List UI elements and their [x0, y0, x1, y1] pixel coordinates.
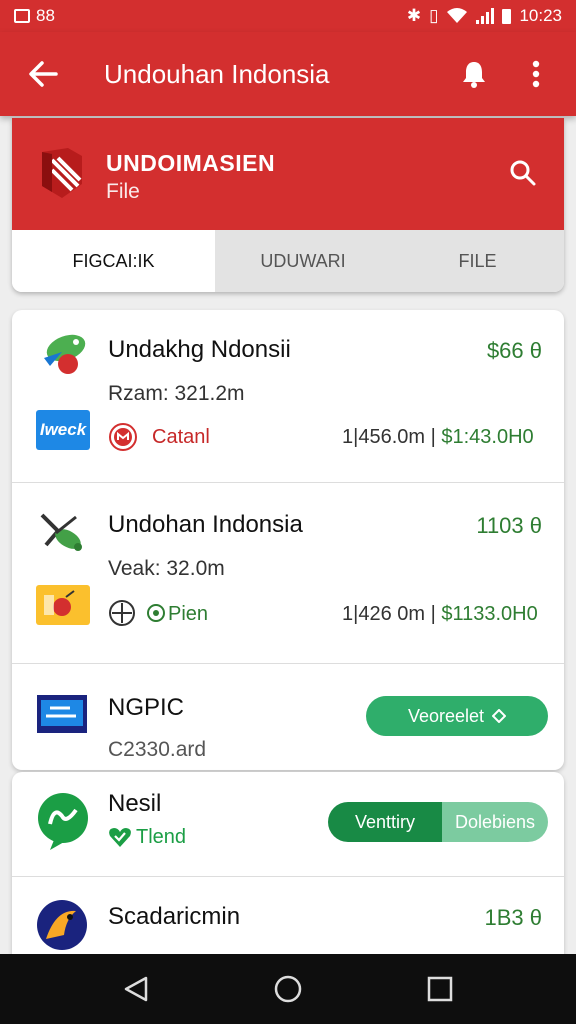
- vibrate-icon: ▯: [429, 6, 439, 25]
- item-meta: 1|456.0m | $1:43.0H0: [342, 426, 534, 449]
- app-bar: Undouhan Indonsia: [0, 32, 576, 116]
- item-status: Pien: [168, 603, 209, 625]
- segment-right-button[interactable]: Dolebiens: [442, 802, 548, 842]
- item-title: Scadaricmin: [108, 903, 241, 930]
- cancel-status-icon: [109, 423, 137, 451]
- header-banner: UNDOIMASIEN File: [12, 118, 564, 230]
- battery-icon: [502, 8, 512, 24]
- item-price: 1B3 θ: [484, 905, 543, 930]
- item-meta-size: 1|426 0m |: [342, 603, 436, 625]
- segment-left-button[interactable]: Venttiry: [328, 802, 442, 842]
- item-amount: $1133.0H0: [441, 603, 538, 625]
- tab-file[interactable]: FILE: [391, 230, 564, 292]
- item-price: 1103 θ: [476, 513, 542, 538]
- system-nav-bar: [0, 954, 576, 1024]
- brand-logo-icon: [42, 148, 82, 198]
- item-status: Tlend: [136, 826, 187, 848]
- heart-check-icon: [109, 828, 131, 847]
- app-title: Undouhan Indonsia: [104, 58, 330, 89]
- list-card: Undakhg Ndonsii $66 θ Rzam: 321.2m Iweck…: [12, 310, 564, 770]
- status-left-text: 88: [36, 6, 55, 25]
- back-triangle-icon[interactable]: [106, 959, 166, 1019]
- status-time: 10:23: [519, 6, 562, 25]
- search-icon[interactable]: [506, 156, 540, 190]
- image-icon: [14, 9, 30, 23]
- wifi-icon: [447, 8, 468, 23]
- header-card: UNDOIMASIEN File FIGCAI:IK UDUWARI FILE: [12, 118, 564, 292]
- back-arrow-icon[interactable]: [0, 32, 86, 116]
- list-card-secondary: Nesil Tlend Venttiry Dolebiens Scadaricm…: [12, 772, 564, 972]
- target-icon: [109, 600, 135, 626]
- more-vert-icon[interactable]: [496, 32, 576, 116]
- video-app-icon: [37, 695, 87, 733]
- header-brand: UNDOIMASIEN: [106, 150, 276, 176]
- item-size: Veak: 32.0m: [108, 557, 225, 580]
- download-button[interactable]: Veoreelet: [366, 696, 548, 736]
- list-item[interactable]: Nesil Tlend Venttiry Dolebiens: [12, 772, 564, 876]
- check-circle-icon: [147, 604, 165, 622]
- item-meta: 1|426 0m | $1133.0H0: [342, 603, 538, 626]
- status-bar: 88 ✱ ▯ 10:23: [0, 0, 576, 32]
- parrot-icon: [44, 334, 86, 374]
- item-amount: $1:43.0H0: [441, 426, 534, 448]
- item-size: Rzam: 321.2m: [108, 382, 245, 405]
- item-title: Nesil: [108, 790, 162, 817]
- list-item[interactable]: NGPIC C2330.ard Veoreelet: [12, 664, 564, 770]
- header-subtitle: File: [106, 180, 140, 203]
- list-item[interactable]: Undohan Indonsia 1103 θ Veak: 32.0m Pien…: [12, 483, 564, 663]
- grasshopper-icon: [40, 513, 82, 551]
- tab-figcaiik[interactable]: FIGCAI:IK: [12, 230, 215, 292]
- recents-square-icon[interactable]: [410, 959, 470, 1019]
- item-title: NGPIC: [108, 694, 185, 721]
- action-segment: Venttiry Dolebiens: [328, 802, 548, 842]
- list-item[interactable]: Undakhg Ndonsii $66 θ Rzam: 321.2m Iweck…: [12, 310, 564, 482]
- bluetooth-icon: ✱: [406, 6, 422, 25]
- item-meta-size: 1|456.0m |: [342, 426, 436, 448]
- tab-uduwari[interactable]: UDUWARI: [215, 230, 391, 292]
- chevron-right-icon: [492, 709, 507, 723]
- item-status: Catanl: [152, 426, 210, 448]
- item-title: Undohan Indonsia: [108, 511, 303, 538]
- apple-badge-icon: [36, 585, 90, 625]
- notification-bell-icon[interactable]: [452, 32, 496, 116]
- chat-app-icon: [38, 793, 88, 850]
- home-circle-icon[interactable]: [258, 959, 318, 1019]
- download-button-label: Veoreelet: [407, 705, 485, 726]
- item-size: C2330.ard: [108, 738, 207, 761]
- signal-icon: [476, 8, 495, 24]
- bird-app-icon: [37, 900, 87, 950]
- item-price: $66 θ: [486, 338, 542, 363]
- item-badge: Iweck: [36, 410, 90, 450]
- tab-bar: FIGCAI:IK UDUWARI FILE: [12, 230, 564, 292]
- item-title: Undakhg Ndonsii: [108, 336, 291, 363]
